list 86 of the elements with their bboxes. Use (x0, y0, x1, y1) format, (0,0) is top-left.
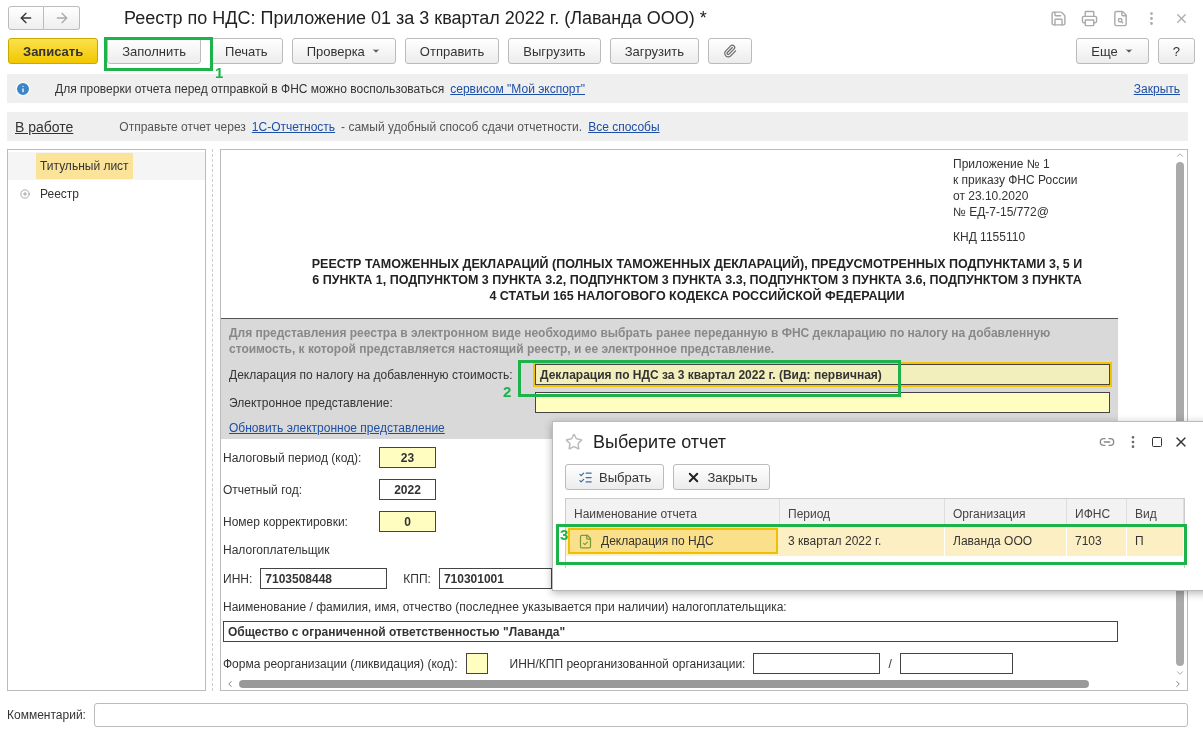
toolbar-button[interactable]: Выгрузить (508, 38, 601, 64)
scroll-up-icon[interactable] (1175, 150, 1185, 160)
field-label: Отчетный год: (223, 482, 303, 497)
toolbar-button[interactable]: Проверка (291, 38, 396, 64)
column-header[interactable]: Период (780, 499, 945, 526)
refresh-link[interactable]: Обновить электронное представление (229, 421, 445, 435)
toolbar-button[interactable]: Заполнить (107, 38, 202, 64)
scroll-down-icon[interactable] (1175, 668, 1185, 678)
hint-text: - самый удобный способ сдачи отчетности. (341, 119, 583, 134)
input-field[interactable]: 710301001 (438, 568, 552, 589)
close-button[interactable]: Закрыть (673, 464, 771, 490)
caret-icon (370, 46, 381, 56)
input-field[interactable]: 0 (379, 511, 436, 532)
field-label: КПП: (403, 571, 431, 586)
document-title: РЕЕСТР ТАМОЖЕННЫХ ДЕКЛАРАЦИЙ (ПОЛНЫХ ТАМОЖЕННЫХ ДЕКЛАРАЦИЙ), ПРЕДУСМОТРЕННЫХ ПОДПУНКТАМИ 3, 5 И 6 ПУНКТА 1, ПОДПУНКТОМ 3 ПУНКТА 3.2, ПОДПУНКТОМ 3 ПУНКТА 3.3, ПОДПУНКТОМ 3 ПУНКТА 3.6, ПОДПУНКТОМ 3 ПУНКТА 4 СТАТЬИ 165 НАЛОГОВОГО КОДЕКСА РОССИЙСКОЙ ФЕДЕРАЦИИ (310, 255, 1084, 305)
column-header[interactable]: Наименование отчета (566, 499, 780, 526)
field-label: Декларация по налогу на добавленную стоимость: (229, 367, 514, 382)
info-text: Для проверки отчета перед отправкой в ФНС можно воспользоваться (55, 81, 445, 96)
section-note: Для представления реестра в электронном виде необходимо выбрать ранее переданную в ФНС декларацию по налогу на добавленную стоимость, к которой представляется настоящий реестр, и ее электронное представление. (229, 325, 1052, 357)
all-ways-link[interactable]: Все способы (588, 119, 660, 134)
reporting-link[interactable]: 1С-Отчетность (251, 119, 336, 134)
field-label: Наименование / фамилия, имя, отчество (последнее указывается при наличии) налогоплательщика: (223, 600, 788, 614)
toolbar-button[interactable]: Отправить (404, 38, 500, 64)
table-cell: 3 квартал 2022 г. (780, 526, 945, 556)
scroll-left-icon[interactable] (225, 679, 235, 689)
field-label: ИНН: (223, 571, 253, 586)
toolbar-button[interactable]: Печать (210, 38, 283, 64)
field-label: Налоговый период (код): (223, 450, 363, 465)
expand-icon[interactable] (20, 189, 30, 199)
scroll-right-icon[interactable] (1173, 679, 1183, 689)
tree-item[interactable]: Реестр (36, 181, 83, 207)
close-link[interactable]: Закрыть (1133, 81, 1180, 96)
list-icon (578, 469, 593, 485)
table-cell: Декларация по НДС (568, 528, 778, 554)
table-cell: Лаванда ООО (945, 526, 1067, 556)
field-label: Комментарий: (7, 708, 86, 722)
comment-field[interactable] (93, 703, 1188, 727)
column-header[interactable]: Вид (1127, 499, 1184, 526)
input-field[interactable]: 23 (379, 447, 436, 468)
status-link[interactable]: В работе (15, 118, 74, 135)
step-number: 2 (503, 383, 512, 400)
caret-icon (1123, 46, 1134, 56)
toolbar-button[interactable]: Еще (1076, 38, 1149, 64)
paperclip-icon (723, 44, 737, 58)
input-field[interactable] (753, 653, 881, 674)
save-icon[interactable] (1050, 9, 1067, 27)
column-header[interactable]: Организация (945, 499, 1067, 526)
toolbar-button[interactable]: Загрузить (609, 38, 699, 64)
step-number: 3 (560, 526, 569, 543)
dialog-title: Выберите отчет (593, 431, 728, 453)
save-button[interactable]: Записать (8, 38, 99, 64)
back-arrow-icon (18, 10, 34, 26)
field-label: Электронное представление: (229, 395, 394, 410)
field-label: Форма реорганизации (ликвидация) (код): (223, 656, 458, 671)
column-header[interactable]: ИФНС (1067, 499, 1127, 526)
form-code: КНД 1155110 (953, 230, 1027, 244)
hint-text: Отправьте отчет через (119, 119, 246, 134)
favorite-icon[interactable] (565, 433, 583, 451)
export-service-link[interactable]: сервисом "Мой экспорт" (450, 81, 586, 96)
scrollbar-thumb[interactable] (239, 680, 1089, 688)
tree-item[interactable]: Титульный лист (36, 153, 133, 179)
input-field[interactable]: 2022 (379, 479, 436, 500)
attach-button[interactable] (708, 38, 752, 64)
input-field[interactable]: 7103508448 (260, 568, 388, 589)
header-line: № ЕД-7-15/772@ (953, 204, 1050, 220)
preview-icon[interactable] (1112, 9, 1129, 27)
document-icon (578, 533, 593, 549)
header-line: Приложение № 1 (953, 156, 1051, 172)
header-line: к приказу ФНС России (953, 172, 1079, 188)
window-title: Реестр по НДС: Приложение 01 за 3 квартал 2022 г. (Лаванда ООО) * (124, 7, 708, 29)
info-icon (15, 80, 31, 97)
field-label: Номер корректировки: (223, 514, 349, 529)
field-label: ИНН/КПП реорганизованной организации: (509, 656, 746, 671)
input-field[interactable] (465, 653, 488, 674)
header-line: от 23.10.2020 (953, 188, 1030, 204)
step-number: 1 (215, 64, 224, 81)
printer-icon[interactable] (1081, 9, 1098, 27)
select-button[interactable]: Выбрать (565, 464, 665, 490)
input-field[interactable] (899, 653, 1013, 674)
separator-text: / (888, 656, 892, 671)
input-field[interactable]: Общество с ограниченной ответственностью "Лаванда" (223, 621, 1118, 642)
toolbar-button[interactable]: ? (1157, 38, 1195, 64)
input-field[interactable]: Декларация по НДС за 3 квартал 2022 г. (Вид: первичная) (535, 364, 1110, 385)
maximize-icon[interactable] (1151, 436, 1163, 448)
table-cell: 7103 (1067, 526, 1127, 556)
back-button[interactable] (8, 6, 44, 30)
